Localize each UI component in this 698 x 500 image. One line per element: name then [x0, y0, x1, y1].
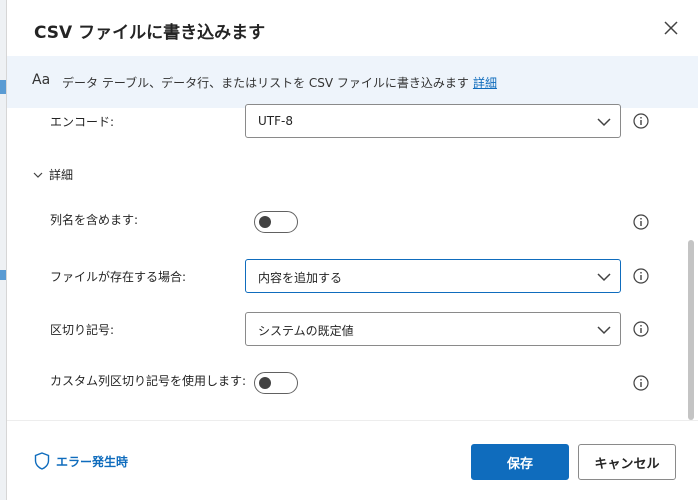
- dialog-title: CSV ファイルに書き込みます: [34, 23, 266, 43]
- encoding-select[interactable]: UTF-8: [245, 104, 621, 138]
- info-icon[interactable]: [633, 321, 649, 337]
- close-button[interactable]: [659, 16, 683, 40]
- on-error-button[interactable]: エラー発生時: [34, 452, 128, 470]
- footer-divider: [7, 420, 698, 421]
- toggle-knob: [259, 216, 271, 228]
- chevron-down-icon: [597, 326, 611, 335]
- banner-text: データ テーブル、データ行、またはリストを CSV ファイルに書き込みます: [62, 76, 469, 90]
- include-columns-label: 列名を含めます:: [50, 213, 139, 227]
- separator-select[interactable]: システムの既定値: [245, 312, 621, 346]
- custom-separator-toggle[interactable]: [254, 372, 298, 394]
- encoding-value: UTF-8: [258, 114, 293, 128]
- on-error-label: エラー発生時: [56, 454, 129, 469]
- encoding-label: エンコード:: [50, 115, 115, 129]
- cancel-button[interactable]: キャンセル: [578, 444, 676, 480]
- include-columns-toggle[interactable]: [254, 211, 298, 233]
- advanced-section-label: 詳細: [49, 168, 74, 182]
- info-icon[interactable]: [633, 214, 649, 230]
- save-button[interactable]: 保存: [471, 444, 569, 480]
- toggle-knob: [259, 377, 271, 389]
- scrollbar-thumb[interactable]: [688, 240, 694, 420]
- text-style-icon: Aa: [32, 72, 51, 88]
- banner-description: データ テーブル、データ行、またはリストを CSV ファイルに書き込みます 詳細: [62, 74, 497, 91]
- info-icon[interactable]: [633, 268, 649, 284]
- shield-icon: [34, 452, 50, 470]
- write-csv-dialog: CSV ファイルに書き込みます Aa データ テーブル、データ行、またはリストを…: [6, 0, 698, 500]
- chevron-down-icon: [597, 273, 611, 282]
- chevron-down-icon: [33, 172, 43, 178]
- if-file-exists-value: 内容を追加する: [258, 271, 343, 285]
- details-link[interactable]: 詳細: [473, 76, 497, 90]
- description-banner: Aa データ テーブル、データ行、またはリストを CSV ファイルに書き込みます…: [7, 56, 698, 108]
- info-icon[interactable]: [633, 113, 649, 129]
- advanced-section-toggle[interactable]: 詳細: [33, 166, 73, 183]
- separator-value: システムの既定値: [258, 324, 354, 338]
- if-file-exists-select[interactable]: 内容を追加する: [245, 259, 621, 293]
- close-icon: [664, 21, 678, 35]
- if-file-exists-label: ファイルが存在する場合:: [50, 270, 187, 284]
- chevron-down-icon: [597, 118, 611, 127]
- info-icon[interactable]: [633, 375, 649, 391]
- separator-label: 区切り記号:: [50, 323, 115, 337]
- custom-separator-label: カスタム列区切り記号を使用します:: [50, 374, 247, 388]
